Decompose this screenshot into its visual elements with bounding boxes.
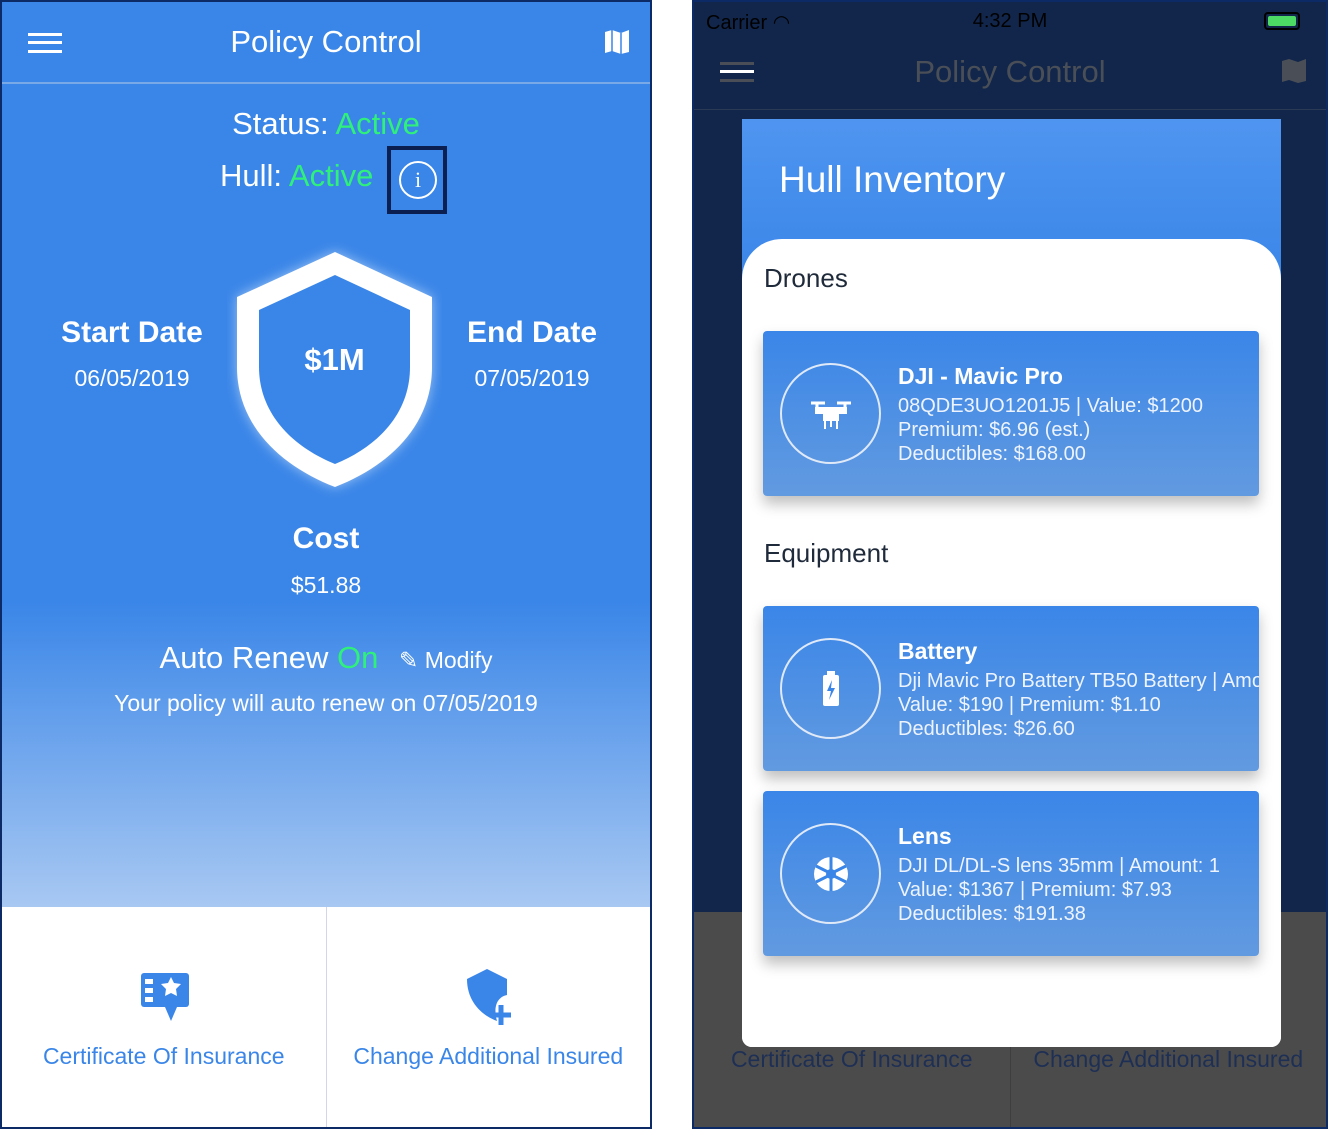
- pencil-icon: ✎: [399, 647, 419, 673]
- end-date-value: 07/05/2019: [474, 365, 590, 391]
- certificate-label: Certificate Of Insurance: [42, 1043, 285, 1069]
- modal-title: Hull Inventory: [779, 159, 1006, 200]
- action-bar: Certificate Of Insurance Change Addition…: [2, 907, 651, 1127]
- hull-label: Hull:: [220, 158, 283, 193]
- modal-body: Drones DJI - Mavic Pro 08QDE3UO1201J5 | …: [742, 239, 1281, 1047]
- certificate-icon: [141, 973, 189, 1021]
- auto-renew-note: Your policy will auto renew on 07/05/201…: [114, 690, 538, 716]
- drone-name: DJI - Mavic Pro: [898, 363, 1063, 389]
- nav-bar: Policy Control: [2, 2, 650, 84]
- cost-label: Cost: [292, 522, 360, 555]
- drone-icon: [780, 363, 881, 464]
- status-label: Status:: [232, 106, 329, 141]
- equipment-name: Lens: [898, 823, 952, 849]
- start-date-value: 06/05/2019: [74, 365, 190, 391]
- drone-line: 08QDE3UO1201J5 | Value: $1200: [898, 395, 1204, 417]
- hull-info-button[interactable]: i: [387, 146, 447, 214]
- cost-value: $51.88: [290, 572, 362, 598]
- status-value: Active: [335, 106, 420, 141]
- dimmed-nav: Carrier ◠ 4:32 PM Policy Control: [694, 2, 1326, 110]
- auto-renew-value: On: [337, 640, 379, 675]
- aperture-icon: [780, 823, 881, 924]
- change-insured-label: Change Additional Insured: [353, 1043, 624, 1069]
- certificate-of-insurance-button[interactable]: Certificate Of Insurance: [2, 907, 326, 1127]
- start-date-label: Start Date: [61, 316, 203, 349]
- equipment-line: Deductibles: $191.38: [898, 903, 1086, 925]
- battery-icon: [780, 638, 881, 739]
- hull-inventory-modal: Hull Inventory Drones DJI - Mavic Pro 08…: [742, 119, 1281, 1047]
- hull-line: Hull: Active: [220, 158, 373, 194]
- equipment-line: Deductibles: $26.60: [898, 718, 1075, 740]
- map-icon: [1282, 59, 1306, 83]
- drone-card[interactable]: DJI - Mavic Pro 08QDE3UO1201J5 | Value: …: [763, 331, 1259, 496]
- equipment-name: Battery: [898, 638, 978, 664]
- coverage-amount: $1M: [304, 342, 365, 377]
- equipment-line: DJI DL/DL-S lens 35mm | Amount: 1: [898, 855, 1220, 877]
- equipment-line: Value: $190 | Premium: $1.10: [898, 694, 1161, 716]
- clock: 4:32 PM: [972, 10, 1048, 32]
- equipment-card[interactable]: Lens DJI DL/DL-S lens 35mm | Amount: 1 V…: [763, 791, 1259, 956]
- drone-line: Premium: $6.96 (est.): [898, 419, 1091, 441]
- equipment-heading: Equipment: [764, 538, 889, 568]
- equipment-card[interactable]: Battery Dji Mavic Pro Battery TB50 Batte…: [763, 606, 1259, 771]
- modify-label: Modify: [424, 647, 493, 673]
- drones-heading: Drones: [764, 263, 848, 293]
- hull-value: Active: [288, 158, 374, 193]
- map-icon[interactable]: [604, 29, 630, 55]
- drone-line: Deductibles: $168.00: [898, 443, 1086, 465]
- auto-renew-label: Auto Renew: [159, 640, 329, 675]
- dimmed-title: Policy Control: [914, 54, 1106, 89]
- end-date-label: End Date: [466, 316, 598, 349]
- info-icon: i: [399, 161, 437, 199]
- hull-inventory-screen: Carrier ◠ 4:32 PM Policy Control Certifi…: [692, 0, 1328, 1129]
- equipment-line: Dji Mavic Pro Battery TB50 Battery | Amo…: [898, 670, 1259, 692]
- page-title: Policy Control: [230, 24, 422, 59]
- battery-status-icon: [1264, 12, 1300, 30]
- change-additional-insured-button[interactable]: Change Additional Insured: [325, 907, 651, 1127]
- policy-control-screen: Policy Control Status: Active Hull: Acti…: [0, 0, 652, 1129]
- status-line: Status: Active: [2, 106, 650, 142]
- shield-plus-icon: [466, 969, 511, 1025]
- modify-button[interactable]: ✎ Modify: [399, 647, 492, 673]
- auto-renew-line: Auto Renew On ✎ Modify: [2, 640, 650, 676]
- equipment-line: Value: $1367 | Premium: $7.93: [898, 879, 1172, 901]
